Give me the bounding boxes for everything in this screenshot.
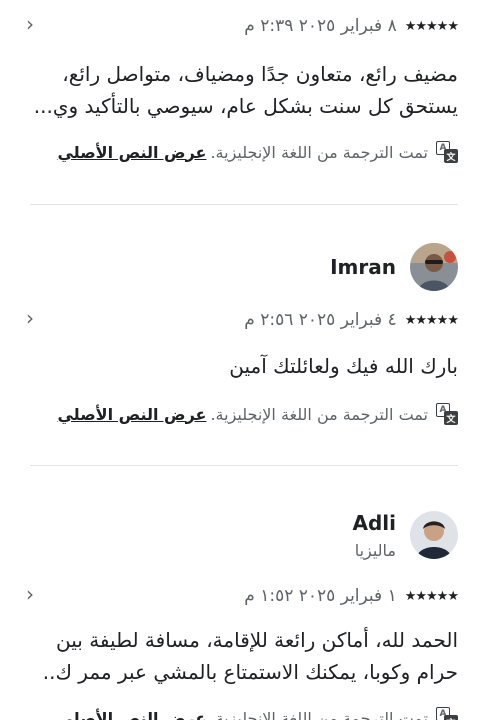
reviewer-info: Adli ماليزيا: [352, 511, 396, 560]
translate-icon: A文: [436, 707, 458, 720]
review-meta: ★★★★★ ٤ فبراير ٢٠٢٥ ٢:٥٦ م: [244, 308, 459, 332]
translation-note: تمت الترجمة من اللغة الإنجليزية.: [210, 708, 428, 720]
review-meta: ★★★★★ ١ فبراير ٢٠٢٥ ١:٥٢ م: [244, 584, 459, 608]
reviewer-header[interactable]: Adli ماليزيا: [352, 510, 458, 560]
star-rating: ★★★★★: [404, 18, 459, 34]
translation-row: A文 تمت الترجمة من اللغة الإنجليزية. عرض …: [57, 140, 458, 164]
review-text: الحمد لله، أماكن رائعة للإقامة، مسافة لط…: [42, 628, 458, 684]
translate-icon: A文: [436, 403, 458, 425]
translate-icon: A文: [436, 141, 458, 163]
show-original-link[interactable]: عرض النص الأصلي: [57, 405, 206, 424]
review-text: بارك الله فيك ولعائلتك آمين: [229, 354, 458, 378]
chevron-right-icon[interactable]: ›: [26, 582, 34, 606]
translation-note: تمت الترجمة من اللغة الإنجليزية.: [210, 142, 428, 162]
review-date: ٤ فبراير ٢٠٢٥ ٢:٥٦ م: [244, 310, 397, 330]
reviewer-header[interactable]: Imran: [330, 242, 458, 292]
avatar[interactable]: [410, 511, 458, 559]
translation-note: تمت الترجمة من اللغة الإنجليزية.: [210, 404, 428, 424]
avatar[interactable]: [410, 243, 458, 291]
review-text: مضيف رائع، متعاون جدًا ومضياف، متواصل را…: [33, 62, 458, 118]
divider: [30, 204, 458, 205]
translation-row: A文 تمت الترجمة من اللغة الإنجليزية. عرض …: [57, 706, 458, 720]
review-date: ١ فبراير ٢٠٢٥ ١:٥٢ م: [244, 586, 397, 606]
reviewer-name[interactable]: Adli: [352, 511, 396, 535]
chevron-right-icon[interactable]: ›: [26, 306, 34, 330]
divider: [30, 465, 458, 466]
show-original-link[interactable]: عرض النص الأصلي: [57, 143, 206, 162]
review-date: ٨ فبراير ٢٠٢٥ ٢:٣٩ م: [244, 16, 397, 36]
review-meta: ★★★★★ ٨ فبراير ٢٠٢٥ ٢:٣٩ م: [244, 14, 459, 38]
star-rating: ★★★★★: [404, 312, 459, 328]
translation-row: A文 تمت الترجمة من اللغة الإنجليزية. عرض …: [57, 402, 458, 426]
reviewer-location: ماليزيا: [354, 540, 396, 560]
show-original-link[interactable]: عرض النص الأصلي: [57, 709, 206, 720]
chevron-right-icon[interactable]: ›: [26, 12, 34, 36]
star-rating: ★★★★★: [404, 588, 459, 604]
reviewer-name[interactable]: Imran: [330, 255, 396, 279]
